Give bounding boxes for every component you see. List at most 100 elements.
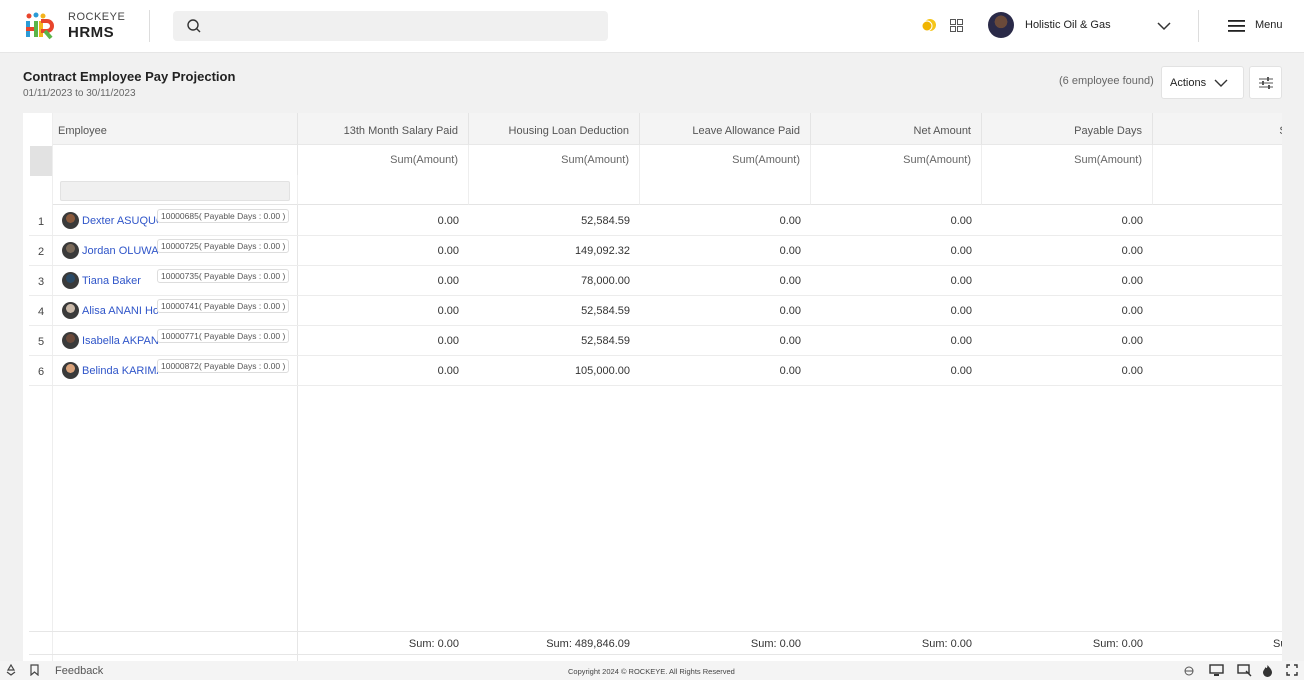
table-cell: 14: [1153, 245, 1282, 257]
filter-settings-button[interactable]: [1249, 66, 1282, 99]
menu-label[interactable]: Menu: [1255, 19, 1283, 31]
column-header[interactable]: Payable Days: [982, 113, 1153, 145]
actions-label: Actions: [1170, 77, 1207, 89]
employee-code-badge: 10000725( Payable Days : 0.00 ): [157, 239, 290, 253]
company-name[interactable]: Holistic Oil & Gas: [1025, 19, 1111, 31]
aggregate-label: Sum(Amount): [811, 145, 982, 175]
column-total: Sum: 48: [1273, 638, 1282, 650]
employee-name-link[interactable]: Jordan OLUWA: [82, 245, 158, 257]
table-cell: 78,000.00: [581, 275, 630, 287]
table-cell: 0.00: [1121, 305, 1143, 317]
flame-icon[interactable]: [1262, 664, 1273, 677]
column-total: Sum: 0.00: [408, 638, 459, 650]
divider: [149, 10, 150, 42]
monitor-icon[interactable]: [1209, 664, 1224, 677]
divider: [1198, 10, 1199, 42]
table-cell: 0.00: [779, 305, 801, 317]
table-row: 1 Dexter ASUQUO 10000685( Payable Days : 0…: [29, 206, 1282, 236]
row-number: 2: [37, 246, 45, 258]
table-cell: 0.00: [437, 275, 459, 287]
column-header[interactable]: 13th Month Salary Paid: [298, 113, 469, 145]
search-input[interactable]: [173, 11, 608, 41]
table-cell: 0.00: [950, 215, 972, 227]
table-cell: 5: [1153, 215, 1282, 227]
fullscreen-icon[interactable]: [1286, 664, 1298, 676]
employee-name-link[interactable]: Alisa ANANI Hov: [82, 305, 158, 317]
table-cell: 0.00: [779, 335, 801, 347]
row-number: 5: [37, 336, 45, 348]
page-period: 01/11/2023 to 30/11/2023: [23, 88, 136, 99]
table-cell: 0.00: [437, 335, 459, 347]
table-cell: 5: [1153, 305, 1282, 317]
hrms-logo[interactable]: [24, 11, 54, 41]
column-filter-cell: [298, 175, 469, 205]
table-cell: 5: [1153, 335, 1282, 347]
column-header[interactable]: Leave Allowance Paid: [640, 113, 811, 145]
table-row: 2 Jordan OLUWA 10000725( Payable Days : 0.…: [29, 236, 1282, 266]
employee-avatar: [62, 272, 79, 289]
table-cell: 52,584.59: [581, 215, 630, 227]
footer: Feedback Copyright 2024 © ROCKEYE. All R…: [0, 661, 1304, 680]
employee-code-badge: 10000741( Payable Days : 0.00 ): [157, 299, 290, 313]
table-cell: 0.00: [779, 365, 801, 377]
screen-share-icon[interactable]: [1237, 664, 1252, 677]
column-filter-cell: [1153, 175, 1282, 205]
table-cell: 0.00: [1121, 215, 1143, 227]
employee-code-badge: 10000685( Payable Days : 0.00 ): [157, 209, 290, 223]
employee-name-link[interactable]: Dexter ASUQUO: [82, 215, 158, 227]
employee-name-link[interactable]: Belinda KARIMA: [82, 365, 158, 377]
employee-code-badge: 10000735( Payable Days : 0.00 ): [157, 269, 290, 283]
brand-name: ROCKEYE: [68, 11, 126, 23]
search-icon: [187, 19, 201, 33]
column-filter-cell: [811, 175, 982, 205]
column-total: Sum: 0.00: [1092, 638, 1143, 650]
table-row: 5 Isabella AKPAN 10000771( Payable Days : …: [29, 326, 1282, 356]
user-avatar[interactable]: [988, 12, 1014, 38]
row-number: 6: [37, 366, 45, 378]
table-row: 4 Alisa ANANI Hov 10000741( Payable Days :…: [29, 296, 1282, 326]
row-number: 1: [37, 216, 45, 228]
aggregate-label: Sum(Amount): [298, 145, 469, 175]
table-cell: 0.00: [950, 365, 972, 377]
table-cell: 0.00: [1121, 245, 1143, 257]
totals-row: Sum: 0.00 Sum: 489,846.09 Sum: 0.00 Sum: 0.…: [29, 631, 1282, 655]
chevron-down-icon: [1214, 79, 1228, 87]
actions-dropdown[interactable]: Actions: [1161, 66, 1244, 99]
brand-product: HRMS: [68, 24, 115, 41]
employee-avatar: [62, 242, 79, 259]
chevron-down-icon[interactable]: [1156, 20, 1172, 32]
column-header[interactable]: Housing Loan Deduction: [469, 113, 640, 145]
row-number: 3: [37, 276, 45, 288]
table-cell: 149,092.32: [574, 245, 630, 257]
hamburger-menu-icon[interactable]: [1228, 19, 1245, 33]
table-cell: 0.00: [779, 245, 801, 257]
table-cell: 0.00: [1121, 365, 1143, 377]
aggregate-label: Sum(Amount): [469, 145, 640, 175]
employee-avatar: [62, 302, 79, 319]
employee-count: (6 employee found): [1059, 75, 1154, 87]
feedback-link[interactable]: Feedback: [55, 665, 103, 677]
globe-icon[interactable]: [1184, 666, 1194, 676]
apps-grid-icon[interactable]: [950, 19, 963, 32]
employee-column-header[interactable]: Employee: [53, 113, 298, 145]
column-filter-cell: [53, 175, 298, 205]
table-cell: 10: [1153, 365, 1282, 377]
bookmark-icon[interactable]: [29, 664, 40, 676]
column-header[interactable]: Net Amount: [811, 113, 982, 145]
column-total: Sum: 489,846.09: [546, 638, 630, 650]
table-cell: 52,584.59: [581, 305, 630, 317]
row-index-header: [30, 146, 52, 176]
column-header[interactable]: Sum(A: [1153, 113, 1282, 145]
column-total: Sum: 0.00: [921, 638, 972, 650]
table-row: 3 Tiana Baker 10000735( Payable Days : 0.0…: [29, 266, 1282, 296]
table-cell: 0.00: [1121, 275, 1143, 287]
coins-icon[interactable]: [921, 17, 937, 33]
employee-code-badge: 10000872( Payable Days : 0.00 ): [157, 359, 290, 373]
recycle-icon[interactable]: [5, 664, 17, 676]
employee-name-link[interactable]: Isabella AKPAN: [82, 335, 158, 347]
table-cell: 52,584.59: [581, 335, 630, 347]
table-cell: 78: [1153, 275, 1282, 287]
employee-name-link[interactable]: Tiana Baker: [82, 275, 158, 287]
column-filter-cell: [640, 175, 811, 205]
aggregate-label: [1153, 145, 1282, 175]
